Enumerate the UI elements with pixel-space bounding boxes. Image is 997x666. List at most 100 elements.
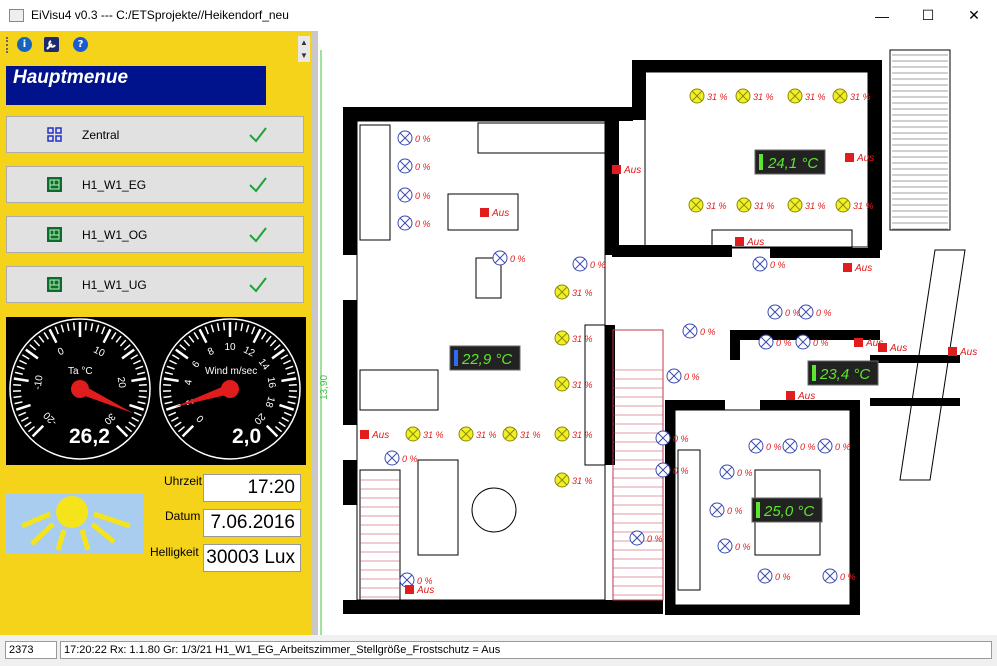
temperature-tick [72, 322, 76, 331]
wind-tick [163, 395, 172, 399]
lamp-level: 0 % [415, 191, 431, 201]
svg-text:Aus: Aus [491, 208, 509, 219]
time-display: 17:20 [203, 474, 301, 502]
maximize-button[interactable]: ☐ [905, 0, 951, 31]
menu-item-label: H1_W1_OG [82, 228, 148, 242]
lamp-level: 31 % [520, 430, 541, 440]
thermostat-value: 22,9 °C [461, 351, 512, 368]
lamp-icon: 0 % [795, 334, 829, 350]
lamp-icon: 0 % [492, 250, 526, 266]
lamp-level: 31 % [572, 380, 593, 390]
help-icon[interactable]: ? [73, 37, 88, 52]
lamp-icon: 0 % [397, 158, 431, 174]
switch-status: Aus [735, 237, 764, 248]
dimension-label: 13,90 [319, 375, 330, 400]
temperature-tick [13, 384, 22, 387]
lamp-icon: 31 % [554, 426, 593, 442]
time-label: Uhrzeit [164, 474, 203, 488]
lamp-level: 31 % [706, 201, 727, 211]
lamp-icon: 31 % [835, 197, 874, 213]
menu-item-h1-w1-ug[interactable]: H1_W1_UG [6, 266, 304, 303]
temperature-tick-label: 20 [115, 376, 128, 389]
lamp-level: 31 % [572, 334, 593, 344]
lamp-level: 0 % [415, 219, 431, 229]
lamp-icon: 31 % [735, 88, 774, 104]
lamp-level: 0 % [727, 506, 743, 516]
temperature-tick [13, 395, 22, 399]
lamp-level: 0 % [813, 338, 829, 348]
lamp-level: 0 % [835, 442, 851, 452]
floor-plan[interactable]: 13,90 0 % 0 % 0 % 0 % 0 % 0 % 0 % 0 % 0 … [318, 31, 997, 635]
lamp-level: 31 % [572, 288, 593, 298]
weather-panel [6, 494, 144, 554]
lamp-icon: 31 % [689, 88, 728, 104]
lamp-level: 0 % [735, 542, 751, 552]
wrench-icon[interactable] [44, 37, 59, 52]
lamp-level: 31 % [805, 92, 826, 102]
lamp-icon: 0 % [384, 450, 418, 466]
temperature-tick-label: -10 [32, 374, 45, 390]
lamp-level: 31 % [572, 430, 593, 440]
lamp-level: 31 % [423, 430, 444, 440]
menu-item-label: Zentral [82, 128, 120, 142]
lamp-level: 0 % [840, 572, 856, 582]
info-icon[interactable]: i [17, 37, 32, 52]
minimize-button[interactable]: — [859, 0, 905, 31]
svg-text:Aus: Aus [623, 165, 641, 176]
temperature-hub [71, 380, 89, 398]
lamp-icon: 31 % [405, 426, 444, 442]
wind-tick [163, 384, 172, 387]
lamp-level: 0 % [800, 442, 816, 452]
menu-item-h1-w1-eg[interactable]: H1_W1_EG [6, 166, 304, 203]
temperature-tick [138, 395, 147, 399]
menu-item-h1-w1-og[interactable]: H1_W1_OG [6, 216, 304, 253]
lamp-level: 31 % [805, 201, 826, 211]
lamp-icon: 31 % [832, 88, 871, 104]
lamp-level: 0 % [770, 260, 786, 270]
temperature-gauge: -20-100 102030 Ta °C 26,2 [9, 318, 151, 460]
checkmark-icon [249, 127, 267, 143]
brightness-display: 30003 Lux [203, 544, 301, 572]
thermostat-display: 25,0 °C [751, 497, 823, 523]
checkmark-icon [249, 177, 267, 193]
menu-item-label: H1_W1_UG [82, 278, 147, 292]
switch-status: Aus [405, 585, 434, 596]
lamp-level: 31 % [572, 476, 593, 486]
sun-icon [21, 496, 131, 551]
brightness-label: Helligkeit [150, 545, 199, 559]
thermostat-display: 22,9 °C [449, 345, 521, 371]
wind-tick [288, 384, 297, 387]
lamp-icon: 31 % [787, 197, 826, 213]
lamp-level: 0 % [402, 454, 418, 464]
lamp-level: 0 % [415, 134, 431, 144]
lamp-icon: 0 % [798, 304, 832, 320]
lamp-level: 0 % [415, 162, 431, 172]
lamp-icon: 0 % [629, 530, 663, 546]
floorplan-icon [47, 277, 62, 292]
lamp-icon: 0 % [717, 538, 751, 554]
lamp-level: 31 % [476, 430, 497, 440]
lamp-level: 0 % [684, 372, 700, 382]
menu-item-zentral[interactable]: Zentral [6, 116, 304, 153]
wind-hub [221, 380, 239, 398]
svg-text:Aus: Aus [371, 430, 389, 441]
toolbar-grip[interactable] [6, 37, 11, 53]
lamp-level: 31 % [707, 92, 728, 102]
lamp-icon: 31 % [458, 426, 497, 442]
close-button[interactable]: ✕ [951, 0, 997, 31]
lamp-level: 0 % [776, 338, 792, 348]
thermostat-value: 25,0 °C [763, 503, 814, 520]
svg-text:Aus: Aus [856, 153, 874, 164]
wind-tick-label: 16 [265, 376, 278, 389]
lamp-icon: 0 % [682, 323, 716, 339]
lamp-level: 0 % [785, 308, 801, 318]
lamp-level: 0 % [775, 572, 791, 582]
lamp-icon: 0 % [666, 368, 700, 384]
switch-status: Aus [843, 263, 872, 274]
lamp-icon: 31 % [736, 197, 775, 213]
status-count: 2373 [5, 641, 57, 659]
toolbar-overflow-button[interactable]: ▲ ▼ [298, 36, 310, 62]
wind-tick [234, 322, 238, 331]
svg-text:Aus: Aus [959, 347, 977, 358]
temperature-tick [138, 384, 147, 387]
